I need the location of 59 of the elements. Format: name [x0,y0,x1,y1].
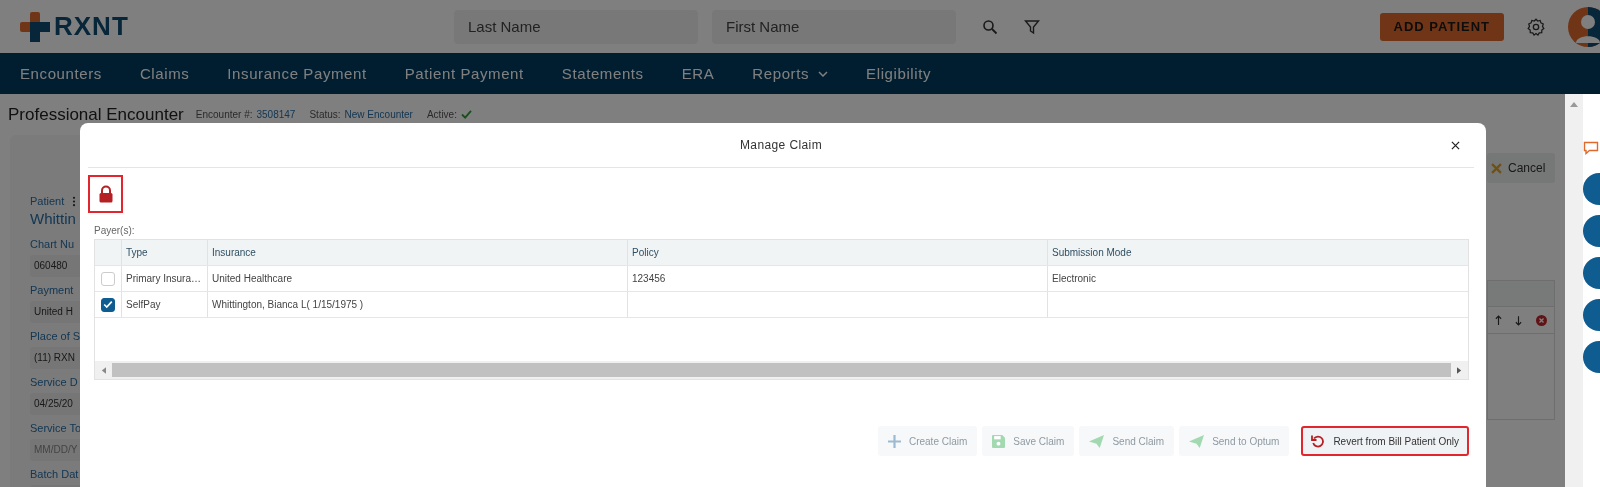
field-label: Service D [30,376,78,388]
meta-label: Encounter #: [195,109,253,120]
paper-plane-icon [1089,434,1105,448]
arrow-down-icon[interactable] [1515,314,1523,326]
nav-tab[interactable]: Statements [561,65,644,82]
column-header[interactable]: Policy [628,240,1048,265]
meta-label: Active: [426,109,457,120]
kebab-icon[interactable] [72,195,77,207]
field-label: Batch Dat [30,468,79,480]
meta-value: 3508147 [256,109,296,120]
cross-logo-icon [20,11,50,42]
table-cell: SelfPay [122,292,208,317]
field-label: Payment [30,284,74,296]
table-cell: Primary Insura… [122,266,208,291]
paper-plane-icon [1189,434,1205,448]
action-button[interactable]: Revert from Bill Patient Only [1301,426,1469,456]
nav-tab[interactable]: Insurance Payment [227,65,367,82]
scrollbar[interactable] [1565,94,1583,487]
nav-tab[interactable]: Patient Payment [404,65,524,82]
logo: RXNT [20,11,454,42]
nav-tab[interactable]: Eligibility [866,65,932,82]
first-name-field[interactable]: First Name [712,9,956,44]
last-name-field[interactable]: Last Name [454,9,698,44]
column-header[interactable]: Insurance [208,240,628,265]
plus-icon [887,434,901,448]
field-label: Patient [30,195,65,207]
table-cell: Whittington, Bianca L( 1/15/1975 ) [208,292,628,317]
arrow-up-icon[interactable] [1494,314,1502,326]
undo-icon [1311,434,1326,448]
settings-icon[interactable] [1526,16,1546,37]
table-cell-text: Electronic [1051,272,1097,286]
table-cell: United Healthcare [208,266,628,291]
meta-value: New Encounter [344,109,413,120]
column-header[interactable]: Submission Mode [1048,240,1468,265]
field-label: Chart Nu [30,238,75,250]
chat-icon[interactable] [1583,141,1599,155]
nav-tab[interactable]: Reports [752,65,829,82]
nav-tab[interactable]: ERA [681,65,715,82]
chevron-down-icon [818,70,829,77]
cancel-button[interactable]: Cancel [1487,153,1556,183]
dialog-title: Manage Claim [739,138,823,152]
page-title: Professional Encounter [8,104,184,125]
payers-label: Payer(s): [94,225,136,236]
search-icon[interactable] [982,18,998,35]
scroll-right-icon[interactable] [1457,366,1462,374]
field-label: Place of S [30,330,81,342]
nav-tab[interactable]: Encounters [20,65,102,82]
checkbox[interactable] [101,297,115,312]
avatar-icon[interactable] [1568,6,1600,47]
filter-icon[interactable] [1024,18,1040,35]
meta-label: Status: [309,109,341,120]
scrollbar[interactable] [95,361,1468,379]
close-icon [1491,162,1502,174]
remove-icon[interactable] [1536,314,1548,326]
table-cell: 123456 [628,266,1048,291]
close-icon[interactable] [1451,140,1460,150]
column-header[interactable]: Type [122,240,208,265]
patient-name: Whittin [30,210,76,227]
nav-tab[interactable]: Claims [139,65,190,82]
